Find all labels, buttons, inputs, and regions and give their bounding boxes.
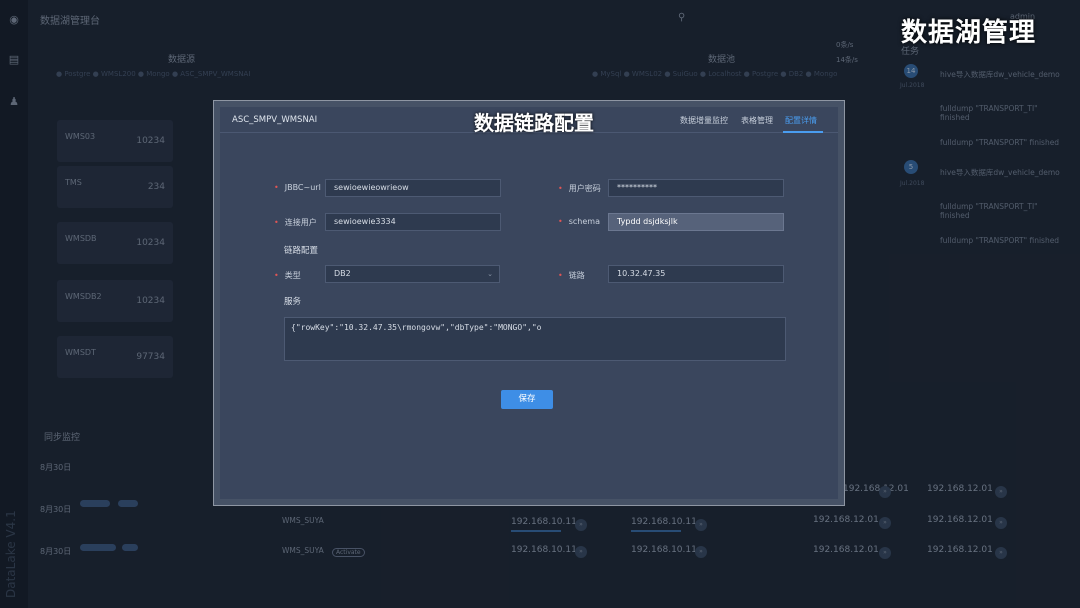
type-label: • 类型: [274, 270, 301, 281]
chevron-down-icon: ⌄: [487, 270, 493, 278]
jdbc-url-label-text: JBBC~url: [284, 183, 321, 192]
required-marker: •: [558, 271, 563, 280]
link-config-section: 链路配置: [284, 246, 319, 256]
save-button[interactable]: 保存: [501, 390, 553, 409]
link-label: • 链路: [558, 270, 585, 281]
type-select-value: DB2: [334, 269, 351, 278]
password-input[interactable]: **********: [608, 179, 784, 197]
required-marker: •: [274, 271, 279, 280]
dialog-source-name: ASC_SMPV_WMSNAI: [232, 115, 318, 125]
type-label-text: 类型: [284, 271, 301, 280]
schema-label-text: schema: [568, 217, 600, 226]
connect-user-label-text: 连接用户: [284, 218, 317, 227]
schema-input[interactable]: Typdd dsjdksjlk: [608, 213, 784, 231]
tab-config-details[interactable]: 配置详情: [785, 115, 817, 126]
dialog-header: ASC_SMPV_WMSNAI 数据链路配置 数据增量监控 表格管理 配置详情: [220, 107, 838, 135]
connect-user-label: • 连接用户: [274, 217, 317, 228]
password-label-text: 用户密码: [568, 184, 601, 193]
config-dialog: ASC_SMPV_WMSNAI 数据链路配置 数据增量监控 表格管理 配置详情 …: [220, 107, 838, 499]
required-marker: •: [558, 217, 563, 226]
service-textarea[interactable]: {"rowKey":"10.32.47.35\rmongovw","dbType…: [284, 317, 786, 361]
required-marker: •: [558, 184, 563, 193]
link-label-text: 链路: [568, 271, 585, 280]
dialog-title: 数据链路配置: [474, 111, 594, 135]
active-tab-indicator: [783, 131, 823, 133]
jdbc-url-input[interactable]: sewioewieowrieow: [325, 179, 501, 197]
service-section: 服务: [284, 297, 302, 307]
password-label: • 用户密码: [558, 183, 601, 194]
type-select[interactable]: DB2 ⌄: [325, 265, 500, 283]
tab-incremental-monitor[interactable]: 数据增量监控: [680, 115, 728, 126]
required-marker: •: [274, 183, 279, 192]
config-dialog-frame: ASC_SMPV_WMSNAI 数据链路配置 数据增量监控 表格管理 配置详情 …: [213, 100, 845, 506]
connect-user-input[interactable]: sewioewie3334: [325, 213, 501, 231]
schema-label: • schema: [558, 217, 600, 226]
jdbc-url-label: • JBBC~url: [274, 183, 321, 192]
tab-table-management[interactable]: 表格管理: [741, 115, 773, 126]
required-marker: •: [274, 218, 279, 227]
page-heading: 数据湖管理: [900, 18, 1036, 48]
link-input[interactable]: 10.32.47.35: [608, 265, 784, 283]
